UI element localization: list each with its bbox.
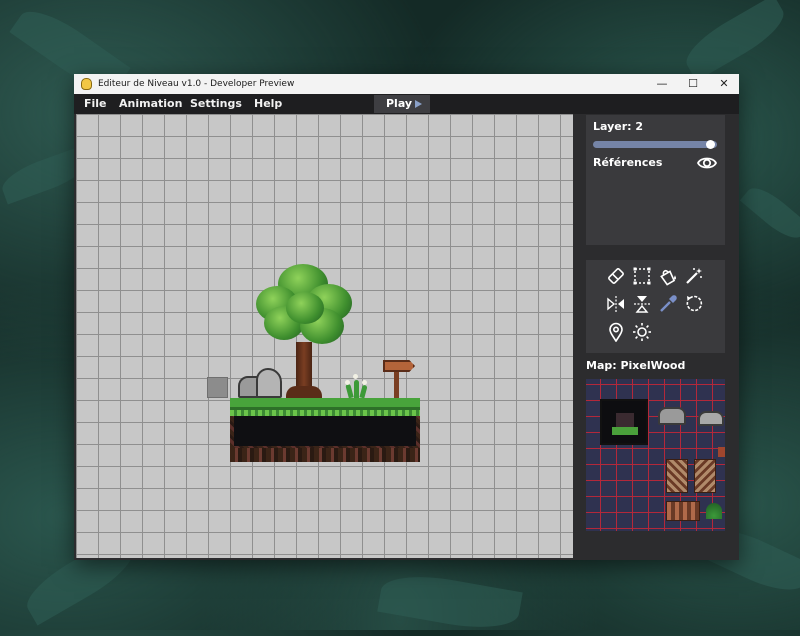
signpost-sprite [383,360,417,398]
tileset-map[interactable] [586,379,725,531]
layer-label: Layer: 2 [593,120,644,133]
select-icon [633,267,651,285]
eyedropper-icon [660,295,677,312]
play-icon [415,100,422,108]
minimize-button[interactable]: — [647,74,677,94]
map-label: Map: PixelWood [586,359,686,372]
layer-slider-handle[interactable] [706,140,715,149]
level-canvas[interactable] [76,114,573,558]
flower-sprite [345,374,369,399]
select-tool[interactable] [632,266,652,286]
tileset-rock-small-tile[interactable] [698,411,724,426]
rotate-tool[interactable] [684,294,704,314]
flip-horizontal-icon [607,296,624,312]
tileset-bush-tile[interactable] [706,503,722,519]
fill-tool[interactable] [658,266,678,286]
ground-platform-sprite [230,398,420,462]
editor-window: Editeur de Niveau v1.0 - Developer Previ… [74,74,739,560]
tool-palette [586,260,725,353]
light-icon [633,323,651,341]
pin-icon [609,322,623,343]
close-button[interactable]: ✕ [709,74,739,94]
menu-bar: File Animation Settings Help Play [74,94,739,114]
tileset-bridge-tile[interactable] [666,501,700,521]
pin-tool[interactable] [606,322,626,343]
flip-vertical-tool[interactable] [632,294,652,314]
light-tool[interactable] [632,322,652,342]
menu-settings[interactable]: Settings [190,97,242,111]
tileset-fence-tile[interactable] [666,459,688,493]
rock-sprite [238,368,282,398]
fill-bucket-icon [660,269,676,286]
magic-wand-tool[interactable] [684,266,704,286]
eyedropper-tool[interactable] [658,294,678,314]
tileset-crate-tile[interactable] [718,447,725,457]
tree-root [286,386,322,398]
menu-help[interactable]: Help [254,97,282,111]
menu-animation[interactable]: Animation [119,97,182,111]
flip-vertical-icon [634,296,650,313]
app-icon [81,78,92,90]
window-title: Editeur de Niveau v1.0 - Developer Previ… [98,79,295,89]
play-button[interactable]: Play [374,95,430,113]
tileset-fence-tile-2[interactable] [694,459,716,493]
eraser-icon [608,268,624,284]
play-label: Play [386,97,413,110]
maximize-button[interactable]: ☐ [678,74,708,94]
cursor-tile-preview [207,377,228,398]
flip-horizontal-tool[interactable] [606,294,626,314]
magic-wand-icon [686,268,702,284]
title-bar[interactable]: Editeur de Niveau v1.0 - Developer Previ… [74,74,739,94]
layer-slider[interactable] [593,141,717,148]
eye-icon[interactable] [697,154,717,172]
tileset-grass-tile[interactable] [612,427,638,435]
references-label: Références [593,156,663,169]
menu-file[interactable]: File [84,97,107,111]
layer-panel: Layer: 2 Références [586,115,725,245]
rotate-icon [686,295,703,312]
eraser-tool[interactable] [606,266,626,286]
tree-sprite [256,264,352,346]
tileset-rock-tile[interactable] [658,407,686,425]
